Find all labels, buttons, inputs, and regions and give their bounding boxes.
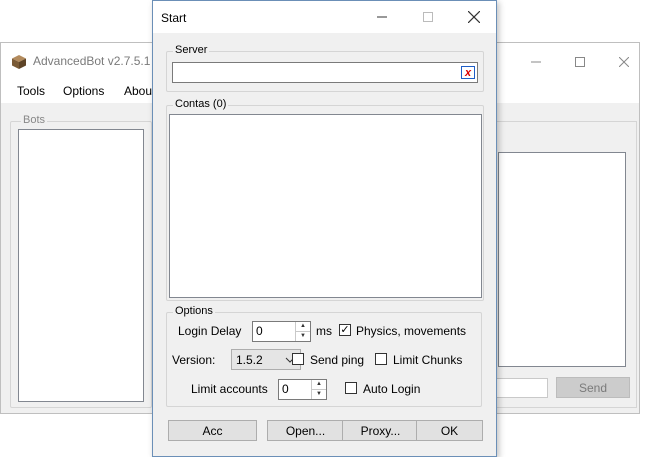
version-label: Version:: [172, 353, 216, 367]
stepper-buttons: ▲ ▼: [311, 380, 326, 399]
stepper-buttons: ▲ ▼: [295, 322, 310, 341]
menu-options[interactable]: Options: [63, 84, 104, 98]
auto-login-label: Auto Login: [363, 382, 421, 396]
limit-chunks-label: Limit Chunks: [393, 353, 463, 367]
auto-login-checkbox[interactable]: [345, 382, 357, 394]
dialog-maximize-button: [405, 1, 451, 33]
server-group: Server x: [166, 44, 484, 92]
start-dialog: Start Server x Contas (0) Options Login …: [152, 0, 497, 457]
menu-about[interactable]: About: [124, 84, 155, 98]
close-icon: [619, 57, 629, 67]
ok-button[interactable]: OK: [416, 420, 483, 441]
stepper-up-icon[interactable]: ▲: [312, 380, 326, 390]
limit-accounts-label: Limit accounts: [191, 382, 268, 396]
stepper-up-icon[interactable]: ▲: [296, 322, 310, 332]
stepper-down-icon[interactable]: ▼: [312, 390, 326, 399]
limit-chunks-checkbox[interactable]: [375, 353, 387, 365]
maximize-icon: [575, 57, 585, 67]
login-delay-stepper[interactable]: 0 ▲ ▼: [252, 321, 311, 342]
bots-list[interactable]: [18, 129, 144, 402]
options-group: Options Login Delay 0 ▲ ▼ ms ✓ Physics, …: [166, 305, 482, 407]
acc-button[interactable]: Acc: [168, 420, 257, 441]
close-button[interactable]: [601, 43, 647, 81]
chat-log[interactable]: [498, 152, 626, 367]
stepper-down-icon[interactable]: ▼: [296, 332, 310, 341]
minimize-icon: [377, 16, 387, 18]
physics-label: Physics, movements: [356, 324, 467, 338]
clear-server-button[interactable]: x: [461, 66, 475, 79]
send-ping-label: Send ping: [310, 353, 365, 367]
server-label: Server: [173, 44, 210, 56]
login-delay-value: 0: [256, 324, 263, 338]
close-icon: [468, 11, 480, 23]
dialog-title: Start: [161, 11, 187, 25]
contas-label: Contas (0): [173, 98, 229, 110]
main-window-title: AdvancedBot v2.7.5.1: [33, 54, 151, 68]
dialog-minimize-button[interactable]: [359, 1, 405, 33]
check-icon: ✓: [340, 324, 350, 336]
bots-label: Bots: [21, 114, 48, 126]
minecraft-block-icon: [12, 55, 26, 69]
menu-tools[interactable]: Tools: [17, 84, 45, 98]
proxy-button[interactable]: Proxy...: [342, 420, 419, 441]
clear-icon: x: [464, 67, 472, 79]
bots-group: Bots: [10, 114, 152, 408]
contas-group: Contas (0): [166, 98, 484, 301]
message-input[interactable]: [496, 378, 548, 398]
limit-accounts-value: 0: [282, 382, 289, 396]
physics-checkbox[interactable]: ✓: [339, 324, 351, 336]
options-label: Options: [173, 305, 215, 317]
dialog-close-button[interactable]: [451, 1, 497, 33]
limit-accounts-stepper[interactable]: 0 ▲ ▼: [278, 379, 327, 400]
maximize-button[interactable]: [557, 43, 603, 81]
send-button[interactable]: Send: [556, 377, 630, 398]
version-select[interactable]: 1.5.2: [231, 349, 301, 370]
server-input[interactable]: x: [172, 62, 478, 83]
contas-list[interactable]: [169, 114, 482, 298]
dialog-titlebar: Start: [153, 1, 496, 33]
maximize-icon: [423, 12, 433, 22]
minimize-icon: [531, 61, 541, 63]
login-delay-label: Login Delay: [178, 324, 242, 338]
login-delay-unit: ms: [316, 324, 332, 338]
chat-group: Send: [491, 121, 637, 408]
version-value: 1.5.2: [236, 353, 263, 367]
send-ping-checkbox[interactable]: [292, 353, 304, 365]
minimize-button[interactable]: [513, 43, 559, 81]
open-button[interactable]: Open...: [267, 420, 344, 441]
